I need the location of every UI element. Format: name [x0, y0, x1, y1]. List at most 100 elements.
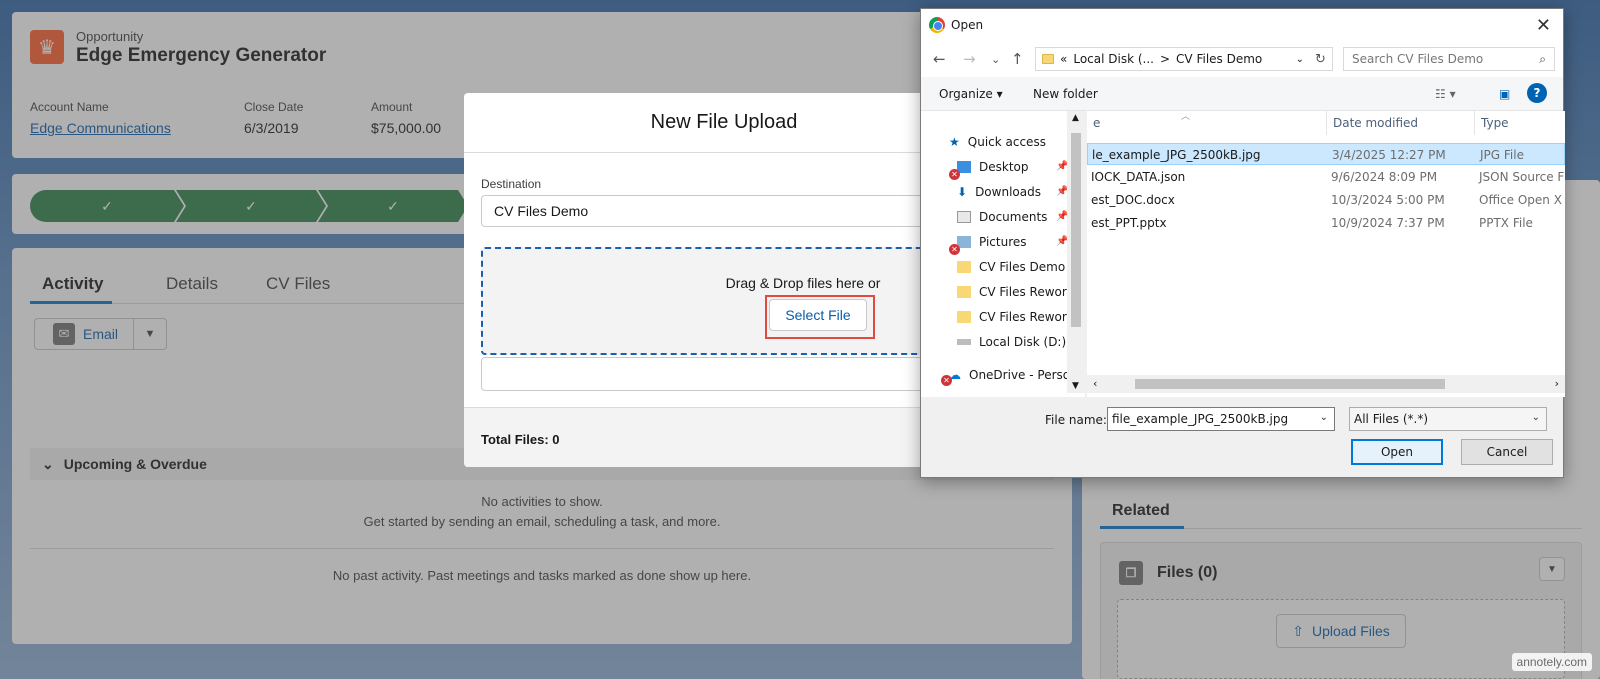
download-icon: ⬇ [957, 185, 968, 199]
nav-label: Downloads [975, 185, 1041, 199]
chevron-down-icon: ⌄ [1531, 412, 1540, 423]
chevron-down-icon[interactable]: ⌄ [1296, 54, 1304, 65]
open-button[interactable]: Open [1351, 439, 1443, 465]
address-bar[interactable]: « Local Disk (... > CV Files Demo ⌄ [1035, 47, 1311, 71]
nav-pictures[interactable]: Pictures [957, 231, 1027, 253]
scroll-down-icon[interactable]: ▼ [1072, 381, 1079, 391]
file-list: e ︿ Date modified Type le_example_JPG_250… [1087, 111, 1565, 397]
scroll-thumb[interactable] [1135, 379, 1445, 389]
error-icon: ✕ [949, 169, 960, 180]
close-icon[interactable]: ✕ [1536, 15, 1551, 36]
scroll-right-icon[interactable]: › [1555, 377, 1559, 390]
nav-label: CV Files Rewor [979, 285, 1067, 299]
scroll-up-icon[interactable]: ▲ [1072, 113, 1079, 123]
nav-label: CV Files Demo [979, 260, 1066, 274]
address-drive[interactable]: Local Disk (... [1073, 52, 1154, 66]
nav-cv-files-rewor[interactable]: CV Files Rewor [957, 281, 1067, 303]
nav-desktop[interactable]: Desktop [957, 156, 1029, 178]
file-list-hscrollbar[interactable]: ‹ › [1087, 375, 1565, 393]
nav-label: OneDrive - Person [969, 368, 1078, 382]
nav-cv-files-demo[interactable]: CV Files Demo [957, 256, 1065, 278]
file-date: 3/4/2025 12:27 PM [1332, 148, 1446, 162]
column-date-modified[interactable]: Date modified [1327, 111, 1475, 135]
destination-label: Destination [481, 177, 542, 191]
file-name-field[interactable]: file_example_JPG_2500kB.jpg ⌄ [1107, 407, 1335, 431]
nav-label: Pictures [979, 235, 1027, 249]
folder-icon [957, 286, 971, 298]
new-file-upload-modal: New File Upload Destination CV Files Dem… [464, 93, 944, 467]
column-label: e [1093, 116, 1101, 130]
watermark-text: annotely.com [1516, 655, 1587, 669]
address-separator: > [1159, 52, 1171, 66]
back-arrow-icon[interactable]: ← [933, 50, 946, 68]
drive-icon [957, 339, 971, 345]
organize-button[interactable]: Organize ▾ [939, 87, 1003, 101]
file-type: PPTX File [1479, 216, 1533, 230]
destination-field[interactable]: CV Files Demo [481, 195, 944, 227]
file-type-select[interactable]: All Files (*.*) ⌄ [1349, 407, 1547, 431]
select-file-button[interactable]: Select File [769, 299, 867, 331]
nav-scrollbar[interactable]: ▲ ▼ [1067, 111, 1085, 393]
nav-documents[interactable]: Documents [957, 206, 1047, 228]
error-icon: ✕ [949, 244, 960, 255]
nav-local-disk-d[interactable]: Local Disk (D:) [957, 331, 1066, 353]
file-type: JSON Source F [1479, 170, 1565, 184]
column-name[interactable]: e ︿ [1087, 111, 1327, 135]
scroll-left-icon[interactable]: ‹ [1093, 377, 1097, 390]
file-row[interactable]: est_PPT.pptx 10/9/2024 7:37 PM PPTX File [1087, 212, 1565, 234]
chrome-icon [929, 17, 945, 33]
nav-label: Local Disk (D:) [979, 335, 1067, 349]
dialog-toolbar: Organize ▾ New folder ☷ ▾ ▣ ? [921, 77, 1563, 111]
search-input[interactable]: Search CV Files Demo ⌕ [1343, 47, 1555, 71]
up-arrow-icon[interactable]: ↑ [1011, 50, 1024, 68]
error-icon: ✕ [941, 375, 952, 386]
nav-quick-access[interactable]: ★ Quick access [949, 131, 1046, 153]
refresh-icon[interactable]: ↻ [1309, 47, 1333, 71]
chevron-down-icon[interactable]: ⌄ [1320, 412, 1328, 423]
file-date: 9/6/2024 8:09 PM [1331, 170, 1438, 184]
forward-arrow-icon[interactable]: → [963, 50, 976, 68]
nav-label: Quick access [967, 135, 1046, 149]
drop-instructions: Drag & Drop files here or [725, 275, 881, 291]
help-icon[interactable]: ? [1527, 83, 1547, 103]
dialog-title: Open [951, 18, 984, 32]
modal-title: New File Upload [650, 111, 798, 133]
nav-onedrive[interactable]: ☁ OneDrive - Person [949, 364, 1078, 386]
star-icon: ★ [949, 135, 960, 149]
navigation-bar: ← → ⌄ ↑ « Local Disk (... > CV Files Dem… [921, 41, 1563, 77]
file-drop-zone[interactable]: Drag & Drop files here or Select File [481, 247, 944, 355]
sort-up-icon: ︿ [1181, 112, 1191, 122]
documents-icon [957, 211, 971, 223]
file-row-selected[interactable]: le_example_JPG_2500kB.jpg 3/4/2025 12:27… [1087, 143, 1565, 165]
preview-pane-icon[interactable]: ▣ [1499, 87, 1510, 101]
nav-cv-files-rework[interactable]: CV Files Rework [957, 306, 1074, 328]
view-options-icon[interactable]: ☷ ▾ [1435, 87, 1456, 101]
file-date: 10/9/2024 7:37 PM [1331, 216, 1445, 230]
file-name-label: File name: [1045, 413, 1107, 427]
address-folder[interactable]: CV Files Demo [1176, 52, 1262, 66]
file-type: JPG File [1480, 148, 1524, 162]
folder-icon [1042, 54, 1054, 64]
open-file-dialog: Open ✕ ← → ⌄ ↑ « Local Disk (... > CV Fi… [920, 8, 1565, 478]
new-folder-button[interactable]: New folder [1033, 87, 1098, 101]
recent-dropdown-icon[interactable]: ⌄ [991, 53, 1000, 66]
scroll-thumb[interactable] [1071, 133, 1081, 327]
total-files-count: Total Files: 0 [481, 432, 560, 447]
file-row[interactable]: IOCK_DATA.json 9/6/2024 8:09 PM JSON Sou… [1087, 166, 1565, 188]
cancel-button[interactable]: Cancel [1461, 439, 1553, 465]
modal-footer: Total Files: 0 [464, 407, 944, 467]
file-type-value: All Files (*.*) [1354, 412, 1429, 426]
file-list-area [481, 357, 944, 391]
file-name-value: file_example_JPG_2500kB.jpg [1112, 412, 1289, 426]
search-icon: ⌕ [1539, 52, 1546, 66]
file-row[interactable]: est_DOC.docx 10/3/2024 5:00 PM Office Op… [1087, 189, 1565, 211]
file-name: IOCK_DATA.json [1091, 170, 1186, 184]
column-type[interactable]: Type [1475, 111, 1565, 135]
navigation-pane: ★ Quick access Desktop 📌 ✕ ⬇ Downloads 📌 D… [921, 111, 1085, 397]
nav-label: Desktop [979, 160, 1029, 174]
file-name: est_DOC.docx [1091, 193, 1175, 207]
folder-icon [957, 261, 971, 273]
nav-label: CV Files Rework [979, 310, 1074, 324]
nav-downloads[interactable]: ⬇ Downloads [957, 181, 1041, 203]
nav-label: Documents [979, 210, 1048, 224]
